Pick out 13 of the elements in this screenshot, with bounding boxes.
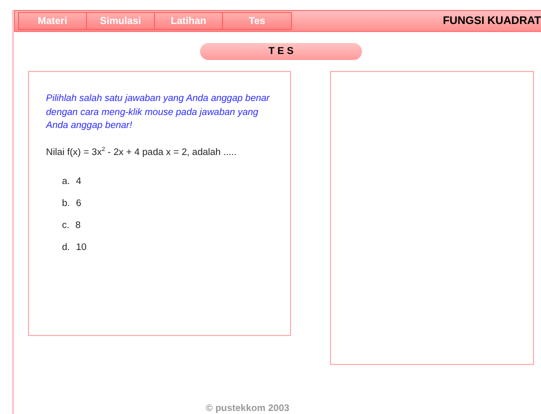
option-letter[interactable]: b. bbox=[62, 198, 70, 209]
copyright-text: © pustekkom 2003 bbox=[206, 403, 290, 414]
option-text[interactable]: 4 bbox=[76, 176, 82, 187]
section-title: T E S bbox=[200, 43, 362, 60]
option-text[interactable]: 10 bbox=[76, 242, 87, 253]
question-text: Nilai f(x) = 3x$^{2}$ - 2x + 4 pada x = 2, adalah ..... bbox=[46, 146, 238, 158]
option-letter[interactable]: a. bbox=[62, 176, 70, 187]
instruction-text: Pilihlah salah satu jawaban yang Anda anggap benar dengan cara meng-klik mouse pada jawaban yang Anda anggap benar! bbox=[46, 92, 271, 132]
option-text[interactable]: 8 bbox=[75, 220, 81, 231]
option-text[interactable]: 6 bbox=[76, 198, 82, 209]
app-title: FUNGSI KUADRAT bbox=[442, 15, 541, 27]
option-letter[interactable]: c. bbox=[62, 220, 70, 231]
option-letter[interactable]: d. bbox=[62, 242, 70, 253]
